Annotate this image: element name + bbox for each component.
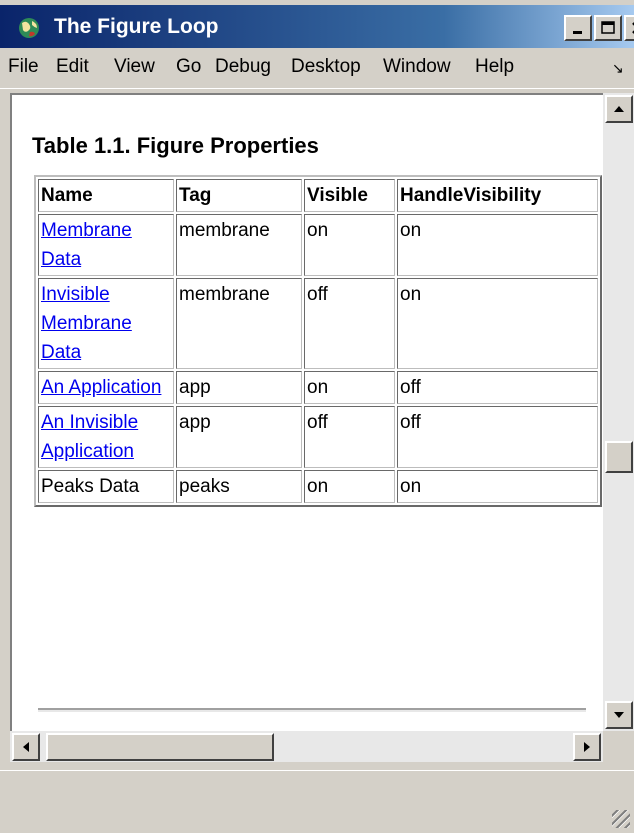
header-visible: Visible <box>304 179 395 212</box>
figure-link-membrane-data[interactable]: Membrane Data <box>41 220 132 270</box>
name-cell: An Application <box>38 371 174 404</box>
tag-cell: app <box>176 371 302 404</box>
figure-loop-window: The Figure Loop File Edit View Go Debug … <box>0 0 634 833</box>
table-row: Invisible Membrane Data membrane off on <box>38 278 598 369</box>
horizontal-scrollbar[interactable] <box>10 731 603 762</box>
scroll-left-button[interactable] <box>12 733 40 761</box>
table-row: An Invisible Application app off off <box>38 406 598 468</box>
resize-grip-icon[interactable] <box>612 810 630 828</box>
status-bar <box>0 770 634 833</box>
name-cell: Membrane Data <box>38 214 174 276</box>
minimize-button[interactable] <box>564 15 592 41</box>
table-row: Membrane Data membrane on on <box>38 214 598 276</box>
figure-properties-table: Name Tag Visible HandleVisibility Membra… <box>34 175 602 507</box>
name-cell: Peaks Data <box>38 470 174 503</box>
scroll-down-button[interactable] <box>605 701 633 729</box>
menu-go[interactable]: Go <box>176 56 201 78</box>
tag-cell: membrane <box>176 278 302 369</box>
handle-visibility-cell: off <box>397 406 598 468</box>
title-bar[interactable]: The Figure Loop <box>0 5 634 48</box>
menu-file[interactable]: File <box>8 56 39 78</box>
visible-cell: on <box>304 371 395 404</box>
header-handle-visibility: HandleVisibility <box>397 179 598 212</box>
scrollbar-corner <box>603 731 634 762</box>
table-row: An Application app on off <box>38 371 598 404</box>
name-cell: An Invisible Application <box>38 406 174 468</box>
header-name: Name <box>38 179 174 212</box>
table-header-row: Name Tag Visible HandleVisibility <box>38 179 598 212</box>
table-row: Peaks Data peaks on on <box>38 470 598 503</box>
scroll-left-arrow-icon <box>23 742 29 752</box>
scroll-up-arrow-icon <box>614 106 624 112</box>
horizontal-rule <box>38 708 586 712</box>
window-title: The Figure Loop <box>54 15 219 38</box>
menu-help[interactable]: Help <box>475 56 514 78</box>
figure-link-invisible-membrane-data[interactable]: Invisible Membrane Data <box>41 284 132 363</box>
visible-cell: on <box>304 470 395 503</box>
scroll-right-arrow-icon <box>584 742 590 752</box>
menu-overflow-chevron-icon[interactable]: ↘ <box>612 60 624 77</box>
tag-cell: app <box>176 406 302 468</box>
horizontal-scroll-thumb[interactable] <box>46 733 274 761</box>
menu-window[interactable]: Window <box>383 56 451 78</box>
menu-edit[interactable]: Edit <box>56 56 89 78</box>
figure-link-an-invisible-application[interactable]: An Invisible Application <box>41 412 138 462</box>
visible-cell: on <box>304 214 395 276</box>
menu-debug[interactable]: Debug <box>215 56 271 78</box>
menu-desktop[interactable]: Desktop <box>291 56 361 78</box>
tag-cell: membrane <box>176 214 302 276</box>
visible-cell: off <box>304 278 395 369</box>
visible-cell: off <box>304 406 395 468</box>
maximize-icon <box>601 21 615 34</box>
menu-bar: File Edit View Go Debug Desktop Window H… <box>0 48 634 89</box>
name-cell: Invisible Membrane Data <box>38 278 174 369</box>
table-title: Table 1.1. Figure Properties <box>32 133 319 158</box>
app-globe-icon <box>19 18 39 38</box>
close-button[interactable] <box>624 15 634 41</box>
scroll-up-button[interactable] <box>605 95 633 123</box>
figure-link-an-application[interactable]: An Application <box>41 377 161 398</box>
handle-visibility-cell: on <box>397 470 598 503</box>
maximize-button[interactable] <box>594 15 622 41</box>
handle-visibility-cell: on <box>397 214 598 276</box>
handle-visibility-cell: on <box>397 278 598 369</box>
vertical-scrollbar[interactable] <box>603 93 634 731</box>
header-tag: Tag <box>176 179 302 212</box>
minimize-icon <box>573 31 582 34</box>
scroll-down-arrow-icon <box>614 712 624 718</box>
html-viewer: Table 1.1. Figure Properties Name Tag Vi… <box>10 93 603 731</box>
tag-cell: peaks <box>176 470 302 503</box>
menu-view[interactable]: View <box>114 56 155 78</box>
scroll-right-button[interactable] <box>573 733 601 761</box>
handle-visibility-cell: off <box>397 371 598 404</box>
vertical-scroll-thumb[interactable] <box>605 441 633 473</box>
